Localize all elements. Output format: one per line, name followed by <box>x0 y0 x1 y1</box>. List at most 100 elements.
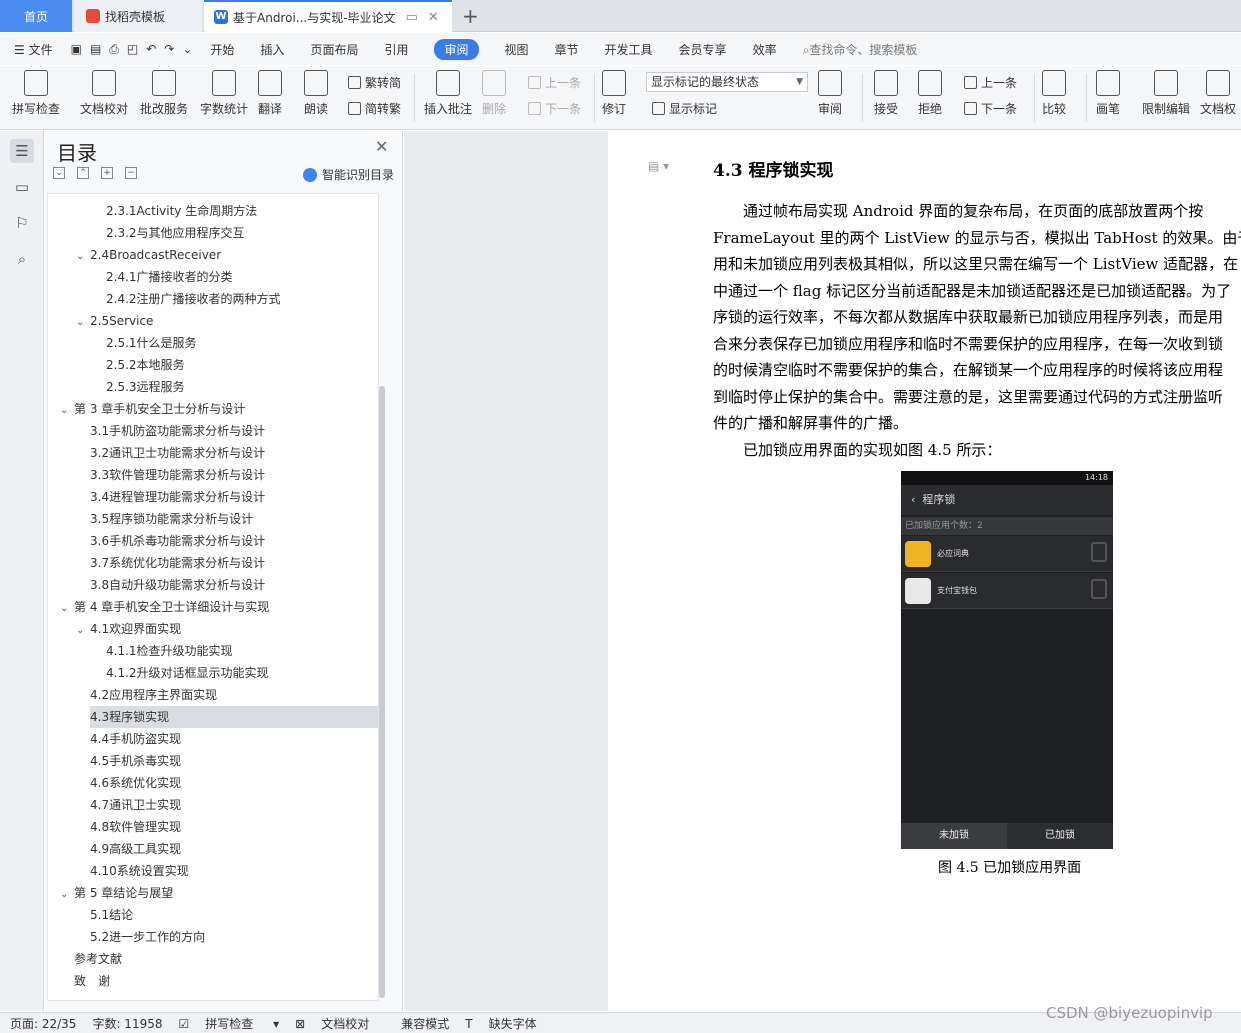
to-traditional-button[interactable]: 繁转简 <box>348 74 401 91</box>
toc-item[interactable]: 3.2通讯卫士功能需求分析与设计 <box>90 442 378 464</box>
toc-item[interactable]: 4.9高级工具实现 <box>90 838 378 860</box>
pen-button[interactable]: 画笔 <box>1096 70 1120 117</box>
toc-item[interactable]: 2.5.1什么是服务 <box>106 332 378 354</box>
toc-item[interactable]: 3.6手机杀毒功能需求分析与设计 <box>90 530 378 552</box>
toc-item[interactable]: 5.1结论 <box>90 904 378 926</box>
new-tab-plus-icon[interactable]: + <box>462 4 479 28</box>
close-icon[interactable]: ✕ <box>375 137 388 156</box>
toc-item[interactable]: 2.5.3远程服务 <box>106 376 378 398</box>
prev-change-button[interactable]: 上一条 <box>964 74 1017 91</box>
to-simplified-button[interactable]: 简转繁 <box>348 100 401 117</box>
command-search[interactable]: ⌕查找命令、搜索模板 <box>803 41 918 58</box>
chevron-down-icon[interactable]: ⌄ <box>60 884 74 906</box>
toc-item[interactable]: 3.7系统优化功能需求分析与设计 <box>90 552 378 574</box>
revise-button[interactable]: 修订 <box>602 70 626 117</box>
batch-service-button[interactable]: 批改服务 <box>140 70 188 117</box>
toc-item[interactable]: 4.4手机防盗实现 <box>90 728 378 750</box>
toc-item[interactable]: 5.2进一步工作的方向 <box>90 926 378 948</box>
restrict-edit-button[interactable]: 限制编辑 <box>1142 70 1190 117</box>
toc-item[interactable]: 2.4.2注册广播接收者的两种方式 <box>106 288 378 310</box>
toc-item[interactable]: 2.5.2本地服务 <box>106 354 378 376</box>
tab-template[interactable]: 找稻壳模板 <box>74 0 202 32</box>
toc-item[interactable]: 4.1.1检查升级功能实现 <box>106 640 378 662</box>
compare-button[interactable]: 比较 <box>1042 70 1066 117</box>
reject-button[interactable]: 拒绝 <box>918 70 942 117</box>
toc-item[interactable]: 3.8自动升级功能需求分析与设计 <box>90 574 378 596</box>
review-pane-button[interactable]: 审阅 <box>818 70 842 117</box>
close-icon[interactable]: ✕ <box>428 10 439 25</box>
print-icon[interactable]: ⎙ <box>109 42 119 57</box>
collapse-icon[interactable]: ⌃ <box>77 167 89 179</box>
toc-item[interactable]: ⌄ 第 5 章结论与展望 <box>60 882 366 904</box>
toc-item[interactable]: ⌄ 第 3 章手机安全卫士分析与设计 <box>60 398 366 420</box>
save-icon[interactable]: ▣ <box>71 42 82 56</box>
read-aloud-button[interactable]: 朗读 <box>304 70 328 117</box>
chevron-down-icon[interactable]: ⌄ <box>76 312 90 334</box>
delete-comment-button[interactable]: 删除 <box>482 70 506 117</box>
bookmark-icon[interactable]: ⚐ <box>10 211 34 235</box>
proof-status[interactable]: ⊠ 文档校对 <box>295 1015 385 1032</box>
doc-rights-button[interactable]: 文档权 <box>1200 70 1236 117</box>
word-count-button[interactable]: 字数统计 <box>200 70 248 117</box>
toc-item[interactable]: ⌄ 2.4BroadcastReceiver <box>76 244 378 268</box>
toc-item[interactable]: 4.6系统优化实现 <box>90 772 378 794</box>
toc-scrollbar[interactable] <box>379 386 385 998</box>
export-pdf-icon[interactable]: ▤ <box>90 42 101 56</box>
file-menu[interactable]: ☰ 文件 <box>14 41 53 58</box>
next-comment-button[interactable]: 下一条 <box>528 100 581 117</box>
menu-layout[interactable]: 页面布局 <box>310 41 358 58</box>
spell-check-button[interactable]: 拼写检查 <box>12 70 60 117</box>
menu-start[interactable]: 开始 <box>210 41 234 58</box>
structure-icon[interactable]: ▭ <box>10 175 34 199</box>
toc-item[interactable]: 3.5程序锁功能需求分析与设计 <box>90 508 378 530</box>
toc-item[interactable]: 3.1手机防盗功能需求分析与设计 <box>90 420 378 442</box>
menu-reference[interactable]: 引用 <box>384 41 408 58</box>
insert-comment-button[interactable]: 插入批注 <box>424 70 472 117</box>
menu-insert[interactable]: 插入 <box>260 41 284 58</box>
doc-proof-button[interactable]: 文档校对 <box>80 70 128 117</box>
toc-item[interactable]: ⌄ 4.1欢迎界面实现 <box>76 618 378 642</box>
page-indicator[interactable]: 页面: 22/35 <box>10 1015 76 1032</box>
plus-icon[interactable]: + <box>101 167 113 179</box>
print-preview-icon[interactable]: ◰ <box>127 42 138 56</box>
missing-font[interactable]: T 缺失字体 <box>465 1015 552 1032</box>
menu-member[interactable]: 会员专享 <box>679 41 727 58</box>
toc-panel-icon[interactable]: ☰ <box>10 139 34 163</box>
toc-item[interactable]: 致 谢 <box>74 970 378 992</box>
chevron-down-icon[interactable]: ⌄ <box>76 246 90 268</box>
next-change-button[interactable]: 下一条 <box>964 100 1017 117</box>
word-count[interactable]: 字数: 11958 <box>92 1015 162 1032</box>
toc-item[interactable]: 4.2应用程序主界面实现 <box>90 684 378 706</box>
toc-item[interactable]: 4.8软件管理实现 <box>90 816 378 838</box>
toc-item[interactable]: 2.4.1广播接收者的分类 <box>106 266 378 288</box>
chevron-down-icon[interactable]: ⌄ <box>60 400 74 422</box>
search-icon[interactable]: ⌕ <box>10 247 34 271</box>
menu-efficiency[interactable]: 效率 <box>753 41 777 58</box>
markup-state-select[interactable]: 显示标记的最终状态 ▼ <box>646 72 808 92</box>
toc-item[interactable]: 4.1.2升级对话框显示功能实现 <box>106 662 378 684</box>
menu-dev-tools[interactable]: 开发工具 <box>605 41 653 58</box>
paragraph-icon[interactable]: ▤ ▾ <box>648 159 669 173</box>
translate-button[interactable]: 翻译 <box>258 70 282 117</box>
toc-item[interactable]: ⌄ 2.5Service <box>76 310 378 334</box>
chevron-down-icon[interactable]: ⌄ <box>76 620 90 642</box>
tab-home[interactable]: 首页 <box>0 0 72 32</box>
smart-toc-button[interactable]: 智能识别目录 <box>303 166 394 183</box>
show-markup-button[interactable]: 显示标记 <box>652 100 717 117</box>
toc-item[interactable]: 2.3.2与其他应用程序交互 <box>106 222 378 244</box>
toc-item[interactable]: ⌄ 第 4 章手机安全卫士详细设计与实现 <box>60 596 366 618</box>
redo-icon[interactable]: ↷ <box>164 42 174 56</box>
spell-check-status[interactable]: ☑ 拼写检查 ▾ <box>179 1015 280 1032</box>
toc-item[interactable]: 4.10系统设置实现 <box>90 860 378 882</box>
expand-icon[interactable]: ⌄ <box>53 167 65 179</box>
tab-document[interactable]: W 基于Androi...与实现-毕业论文 ▭ ✕ <box>204 0 452 32</box>
chevron-down-icon[interactable]: ⌄ <box>60 598 74 620</box>
toc-item[interactable]: 2.3.1Activity 生命周期方法 <box>106 200 378 222</box>
toc-item[interactable]: 4.5手机杀毒实现 <box>90 750 378 772</box>
toc-item[interactable]: 参考文献 <box>74 948 378 970</box>
accept-button[interactable]: 接受 <box>874 70 898 117</box>
menu-review[interactable]: 审阅 <box>434 38 479 60</box>
prev-comment-button[interactable]: 上一条 <box>528 74 581 91</box>
quick-access-chevron-icon[interactable]: ⌄ <box>182 42 192 56</box>
toc-item[interactable]: 3.3软件管理功能需求分析与设计 <box>90 464 378 486</box>
